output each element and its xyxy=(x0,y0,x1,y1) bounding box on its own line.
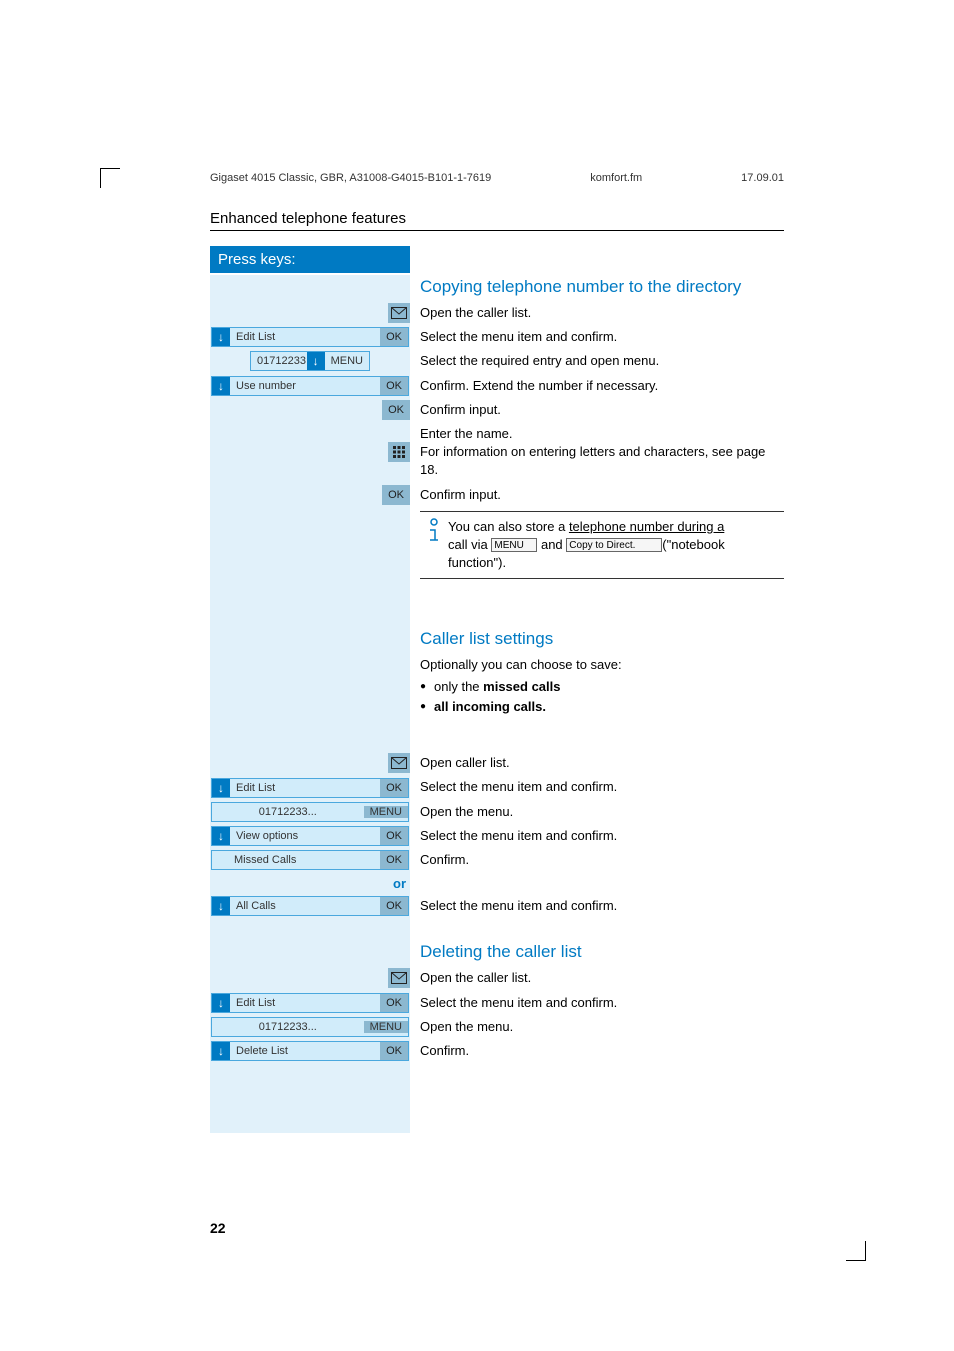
arrow-down-icon: ↓ xyxy=(212,328,230,346)
heading-delete: Deleting the caller list xyxy=(410,942,582,962)
desc-confirm-input-2: Confirm input. xyxy=(410,483,784,507)
menu-keypad-inline: MENU xyxy=(491,538,537,552)
note-text: You can also store a telephone number du… xyxy=(448,518,784,573)
page-number: 22 xyxy=(210,1220,226,1236)
message-key-icon[interactable] xyxy=(388,753,410,773)
ok-key[interactable]: OK xyxy=(382,400,410,420)
desc-select-confirm-2: Select the menu item and confirm. xyxy=(410,775,784,799)
menu-missed-calls[interactable]: Missed Calls OK xyxy=(211,850,409,870)
header-left: Gigaset 4015 Classic, GBR, A31008-G4015-… xyxy=(210,172,491,184)
menu-edit-list-2[interactable]: ↓ Edit List OK xyxy=(211,778,409,798)
desc-confirm-1: Confirm. xyxy=(410,848,784,872)
menu-use-number-label: Use number xyxy=(230,380,380,392)
desc-confirm-input-1: Confirm input. xyxy=(410,398,784,422)
arrow-down-icon: ↓ xyxy=(212,377,230,395)
menu-copy-to-dir-inline: Copy to Direct. xyxy=(566,538,662,552)
menu-select-entry[interactable]: 01712233... ↓ MENU xyxy=(250,351,370,371)
arrow-down-icon: ↓ xyxy=(212,994,230,1012)
arrow-down-icon: ↓ xyxy=(212,827,230,845)
menu-delete-list[interactable]: ↓ Delete List OK xyxy=(211,1041,409,1061)
press-keys-header: Press keys: xyxy=(210,246,410,273)
info-icon xyxy=(420,518,448,573)
desc-open-caller-list-2: Open caller list. xyxy=(410,751,784,775)
desc-open-list: Open the caller list. xyxy=(410,301,784,325)
ok-softkey: OK xyxy=(380,328,408,346)
arrow-down-icon: ↓ xyxy=(307,352,325,370)
settings-intro: Optionally you can choose to save: xyxy=(410,653,784,677)
note-box: You can also store a telephone number du… xyxy=(420,511,784,580)
menu-edit-list-3[interactable]: ↓ Edit List OK xyxy=(211,993,409,1013)
menu-edit-list[interactable]: ↓ Edit List OK xyxy=(211,327,409,347)
menu-open[interactable]: 01712233... MENU xyxy=(211,802,409,822)
desc-select-confirm-4: Select the menu item and confirm. xyxy=(410,894,784,918)
message-key-icon[interactable] xyxy=(388,303,410,323)
desc-open-list-3: Open the caller list. xyxy=(410,966,784,990)
menu-view-options[interactable]: ↓ View options OK xyxy=(211,826,409,846)
page-header: Gigaset 4015 Classic, GBR, A31008-G4015-… xyxy=(210,172,784,184)
settings-bullets: only the missed calls all incoming calls… xyxy=(410,677,784,716)
desc-open-menu-2: Open the menu. xyxy=(410,1015,784,1039)
desc-select-confirm-3: Select the menu item and confirm. xyxy=(410,824,784,848)
menu-open-2[interactable]: 01712233... MENU xyxy=(211,1017,409,1037)
menu-edit-list-label: Edit List xyxy=(230,331,380,343)
header-center: komfort.fm xyxy=(590,172,642,184)
desc-select-entry: Select the required entry and open menu. xyxy=(410,349,784,373)
header-right: 17.09.01 xyxy=(741,172,784,184)
section-title: Enhanced telephone features xyxy=(210,210,406,227)
heading-settings: Caller list settings xyxy=(410,629,553,649)
keypad-icon[interactable] xyxy=(388,442,410,462)
section-rule xyxy=(210,230,784,231)
desc-enter-name: Enter the name. For information on enter… xyxy=(410,422,784,483)
arrow-down-icon: ↓ xyxy=(212,779,230,797)
menu-all-calls[interactable]: ↓ All Calls OK xyxy=(211,896,409,916)
message-key-icon[interactable] xyxy=(388,968,410,988)
or-label: or xyxy=(210,872,410,894)
desc-confirm-extend: Confirm. Extend the number if necessary. xyxy=(410,374,784,398)
ok-softkey: OK xyxy=(380,377,408,395)
heading-copy: Copying telephone number to the director… xyxy=(410,277,741,297)
menu-keypad-label: MENU xyxy=(325,355,369,367)
desc-open-menu-1: Open the menu. xyxy=(410,800,784,824)
ok-key[interactable]: OK xyxy=(382,485,410,505)
menu-use-number[interactable]: ↓ Use number OK xyxy=(211,376,409,396)
desc-select-confirm-5: Select the menu item and confirm. xyxy=(410,991,784,1015)
arrow-down-icon: ↓ xyxy=(212,1042,230,1060)
arrow-down-icon: ↓ xyxy=(212,897,230,915)
desc-select-confirm-1: Select the menu item and confirm. xyxy=(410,325,784,349)
desc-confirm-2: Confirm. xyxy=(410,1039,784,1063)
